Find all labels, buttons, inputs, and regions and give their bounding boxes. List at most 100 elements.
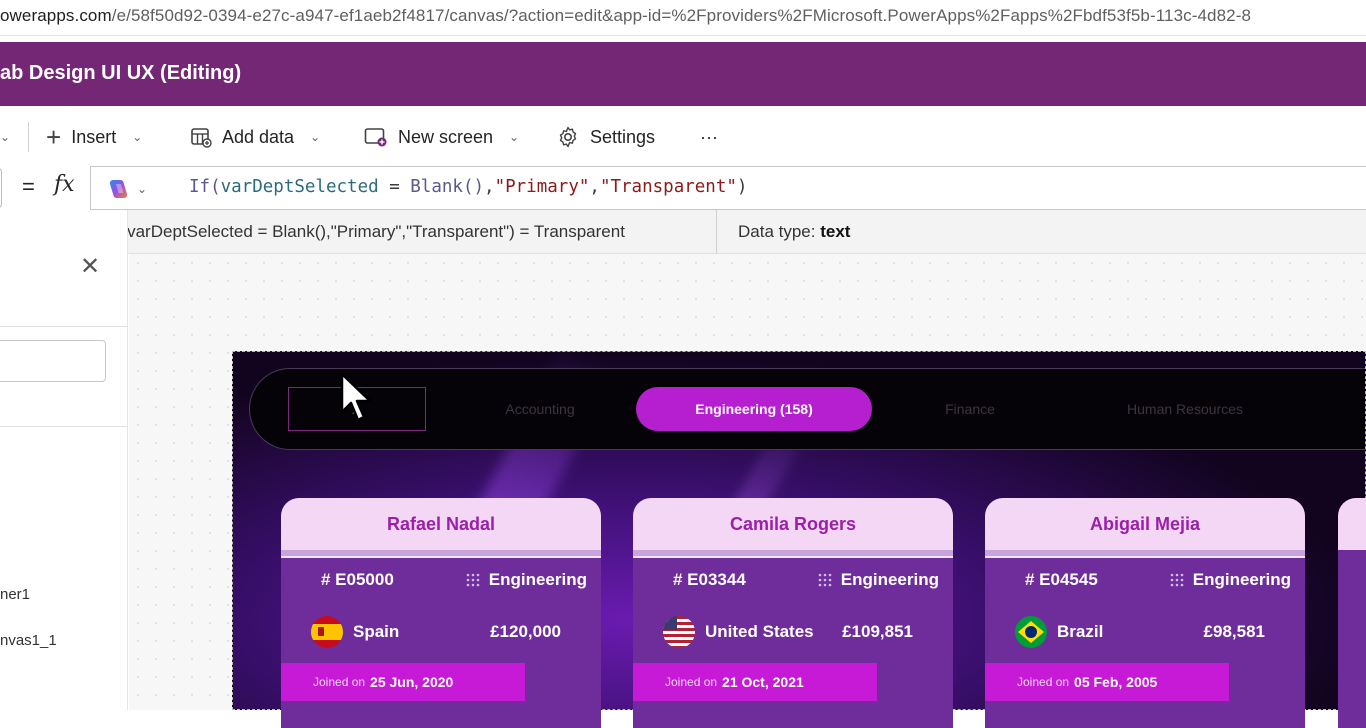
url-text[interactable]: owerapps.com/e/58f50d92-0394-e27c-a947-e… <box>0 6 1251 26</box>
employee-name: Abigail Mejia <box>985 498 1305 550</box>
card-divider <box>281 550 601 558</box>
joined-date: 25 Jun, 2020 <box>370 674 454 690</box>
equals-sign: = <box>22 174 35 199</box>
department-label: Engineering <box>1192 570 1291 589</box>
joined-label: Joined on <box>313 675 366 689</box>
tree-view-panel: ✕ ner1 nvas1_1 <box>0 210 128 710</box>
employee-country: Brazil <box>1015 616 1103 648</box>
formula-token-if: If( <box>189 177 221 197</box>
card-divider <box>985 550 1305 558</box>
grid-dots-icon <box>466 573 480 587</box>
employee-name: Camila Rogers <box>633 498 953 550</box>
chevron-down-icon: ⌄ <box>310 130 321 144</box>
copilot-button[interactable]: ⌄ <box>107 178 147 200</box>
tree-item[interactable]: nvas1_1 <box>0 632 57 649</box>
formula-evaluation-strip: If(varDeptSelected = Blank(),"Primary","… <box>104 210 1366 254</box>
panel-divider <box>0 326 128 327</box>
department-label: Engineering <box>488 570 587 589</box>
more-commands-button[interactable]: ··· <box>700 124 718 150</box>
employee-card-partial[interactable] <box>1338 498 1366 728</box>
joined-date-bar: Joined on 05 Feb, 2005 <box>985 663 1229 701</box>
joined-date: 21 Oct, 2021 <box>722 674 804 690</box>
app-title-bar: ab Design UI UX (Editing) <box>0 42 1366 106</box>
insert-button[interactable]: + Insert ⌄ <box>46 124 142 150</box>
country-label: Spain <box>353 622 400 641</box>
browser-address-bar[interactable]: owerapps.com/e/58f50d92-0394-e27c-a947-e… <box>0 0 1366 36</box>
card-header-partial <box>1338 498 1366 550</box>
usa-flag-icon <box>663 616 695 648</box>
panel-divider <box>0 426 128 427</box>
employee-salary: £109,851 <box>842 622 913 641</box>
command-toolbar: ⌄ + Insert ⌄ Add data ⌄ New screen ⌄ Set… <box>0 106 1366 166</box>
employee-department: Engineering <box>1169 570 1291 590</box>
close-icon[interactable]: ✕ <box>80 252 100 281</box>
evaluation-result: If(varDeptSelected = Blank(),"Primary","… <box>112 222 625 241</box>
employee-card[interactable]: Abigail Mejia # E04545 Engineering Brazi… <box>985 498 1305 728</box>
plus-icon: + <box>46 122 62 152</box>
settings-label: Settings <box>590 126 656 147</box>
employee-name: Rafael Nadal <box>281 498 601 550</box>
employee-department: Engineering <box>817 570 939 590</box>
country-label: United States <box>705 622 814 641</box>
employee-country: United States <box>663 616 814 648</box>
employee-salary: £120,000 <box>490 622 561 641</box>
back-chevron-button[interactable]: ⌄ <box>0 124 10 150</box>
chevron-down-icon: ⌄ <box>0 130 11 144</box>
joined-label: Joined on <box>1017 675 1070 689</box>
brazil-flag-icon <box>1015 616 1047 648</box>
chevron-down-icon: ⌄ <box>509 130 520 144</box>
copilot-icon <box>109 180 128 198</box>
mouse-cursor-icon <box>340 372 372 422</box>
chevron-down-icon: ⌄ <box>132 130 143 144</box>
employee-id: # E04545 <box>1025 570 1098 589</box>
data-type-info: Data type: text <box>738 222 850 242</box>
employee-salary: £98,581 <box>1203 622 1265 641</box>
new-screen-label: New screen <box>398 126 494 147</box>
property-dropdown[interactable] <box>0 168 2 208</box>
card-divider <box>633 550 953 558</box>
url-host: owerapps.com <box>0 6 112 25</box>
country-label: Brazil <box>1057 622 1104 641</box>
add-data-label: Add data <box>222 126 295 147</box>
formula-text[interactable]: If(varDeptSelected = Blank(),"Primary","… <box>189 177 747 197</box>
formula-token-comma: , <box>484 177 495 197</box>
joined-label: Joined on <box>665 675 718 689</box>
joined-date-bar: Joined on 25 Jun, 2020 <box>281 663 525 701</box>
grid-dots-icon <box>818 573 832 587</box>
toolbar-divider <box>28 122 29 152</box>
formula-token-close-paren: ) <box>736 177 748 197</box>
tree-search-input[interactable] <box>0 340 106 382</box>
data-type-value: text <box>820 222 851 241</box>
formula-token-comma: , <box>589 177 600 197</box>
new-screen-button[interactable]: New screen ⌄ <box>364 124 519 150</box>
tab-finance[interactable]: Finance <box>910 387 1030 431</box>
employee-department: Engineering <box>465 570 587 590</box>
table-icon <box>191 128 212 148</box>
department-tabs-bar: A Accounting Engineering (158) Finance H… <box>249 368 1365 450</box>
data-type-label: Data type: <box>738 222 821 241</box>
fx-icon[interactable]: fx <box>54 172 75 197</box>
gear-icon <box>559 126 577 148</box>
formula-token-string-transparent: "Transparent" <box>599 177 737 197</box>
brazil-flag-shape <box>1018 621 1044 643</box>
grid-dots-icon <box>1170 573 1184 587</box>
tab-accounting[interactable]: Accounting <box>470 387 610 431</box>
employee-card[interactable]: Camila Rogers # E03344 Engineering Unite… <box>633 498 953 728</box>
formula-token-operator: = <box>378 177 411 197</box>
insert-label: Insert <box>71 126 117 147</box>
employee-card[interactable]: Rafael Nadal # E05000 Engineering Spain … <box>281 498 601 728</box>
joined-date-bar: Joined on 21 Oct, 2021 <box>633 663 877 701</box>
employee-id: # E05000 <box>321 570 394 589</box>
settings-button[interactable]: Settings <box>556 124 655 150</box>
tab-engineering[interactable]: Engineering (158) <box>636 387 872 431</box>
formula-input[interactable]: ⌄ If(varDeptSelected = Blank(),"Primary"… <box>90 166 1366 210</box>
url-path: /e/58f50d92-0394-e27c-a947-ef1aeb2f4817/… <box>111 6 1252 25</box>
app-title: ab Design UI UX (Editing) <box>0 62 242 84</box>
more-icon: ··· <box>700 126 718 147</box>
tab-human-resources[interactable]: Human Resources <box>1110 387 1260 431</box>
spain-flag-icon <box>311 616 343 648</box>
tree-item[interactable]: ner1 <box>0 586 30 603</box>
department-label: Engineering <box>840 570 939 589</box>
chevron-down-icon: ⌄ <box>137 182 148 196</box>
add-data-button[interactable]: Add data ⌄ <box>190 124 320 150</box>
